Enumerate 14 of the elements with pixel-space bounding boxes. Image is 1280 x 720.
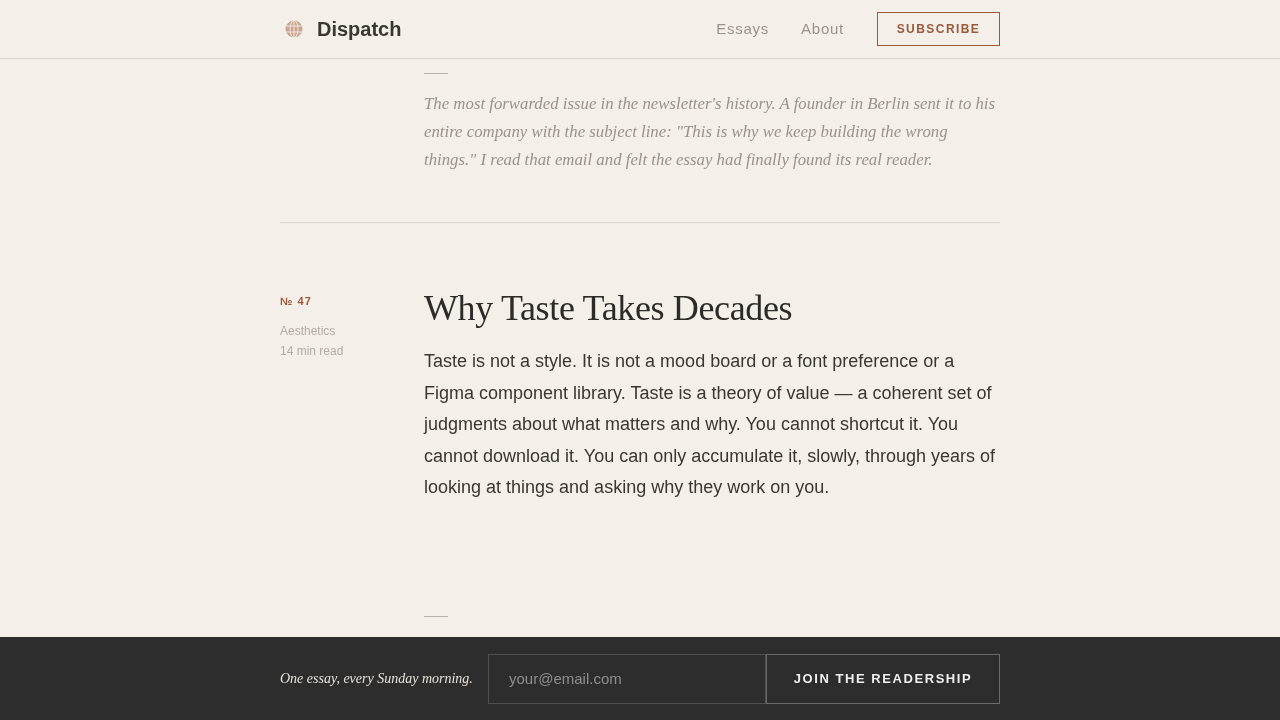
note-text: The most forwarded issue in the newsletter's history. A founder in Berlin sent it to his entire company with the subject line: "This is why we keep building the wrong things." I read that email and felt the essay had finally found its real reader. (424, 93, 997, 171)
essay-category: Aesthetics (280, 323, 336, 340)
globe-icon (285, 20, 303, 38)
issue-number: № 47 (280, 294, 312, 308)
join-button[interactable]: JOIN THE READERSHIP (766, 653, 1000, 704)
nav-link[interactable]: Essays (716, 17, 770, 41)
read-time: 14 min read (280, 343, 344, 360)
brand-name: Dispatch (317, 17, 402, 42)
essay-title: Why Taste Takes Decades (424, 287, 794, 330)
essay-body: Taste is not a style. It is not a mood board or a font preference or a Figma component library. Taste is a theory of value — a coherent set of judgments about what matters and why. You cannot shortcut it. You cannot download it. You can only accumulate it, slowly, through years of looking at things and asking why they work on you. (424, 350, 996, 500)
email-field[interactable]: your@email.com (488, 653, 766, 704)
nav-link[interactable]: About (801, 17, 844, 41)
subscribe-button[interactable]: SUBSCRIBE (877, 12, 1000, 46)
footer-tagline: One essay, every Sunday morning. (280, 670, 473, 688)
